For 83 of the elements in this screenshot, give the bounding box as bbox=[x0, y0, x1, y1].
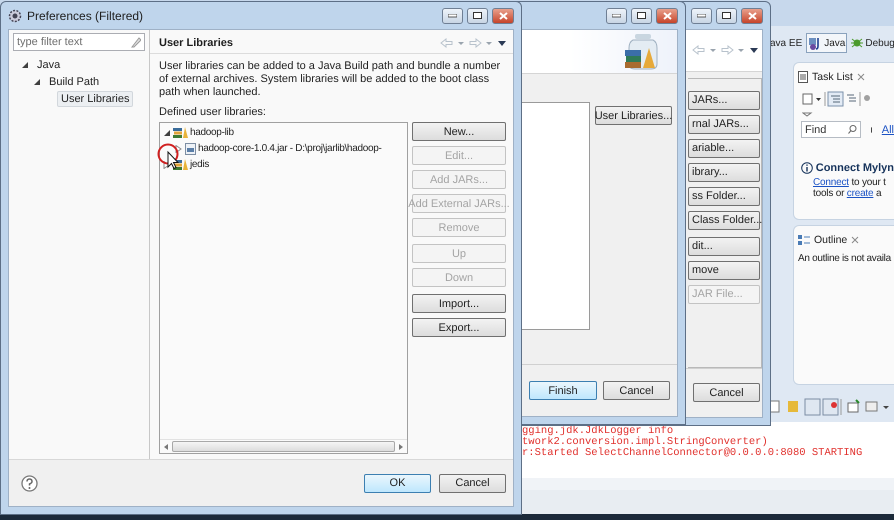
horizontal-scrollbar[interactable] bbox=[160, 439, 407, 453]
cursor-highlight-drawing bbox=[157, 143, 179, 169]
books-icon bbox=[173, 126, 188, 139]
info-icon bbox=[801, 162, 813, 174]
filter-field[interactable]: type filter text bbox=[13, 33, 145, 51]
minimize-button[interactable] bbox=[606, 8, 627, 24]
maximize-icon bbox=[722, 12, 731, 19]
minimize-button[interactable] bbox=[691, 8, 712, 24]
close-icon[interactable] bbox=[856, 73, 865, 81]
outline-icon bbox=[798, 234, 810, 246]
console-line: gging.jdk.JdkLogger info bbox=[522, 426, 674, 437]
page-description: User libraries can be added to a Java Build path and bundle a number of external archives. System libraries will be added to the boot class path when launched. bbox=[159, 60, 502, 99]
list-icon bbox=[798, 71, 808, 83]
outline-message: An outline is not availa bbox=[798, 253, 892, 264]
expanded-arrow-icon[interactable] bbox=[163, 129, 170, 136]
perspective-button[interactable]: ava EE bbox=[768, 33, 804, 53]
console-line: twork2.conversion.impl.StringConverter) bbox=[522, 437, 768, 448]
action-button[interactable]: Export... bbox=[412, 318, 506, 337]
perspective-button[interactable]: Java bbox=[806, 33, 848, 53]
create-link[interactable]: create bbox=[846, 188, 874, 199]
minimize-icon bbox=[448, 14, 457, 18]
library-tree[interactable]: hadoop-lib hadoop-core-1.0.4.jar - D:\proj\jarlib\hadoop- jedis bbox=[159, 122, 408, 454]
mylyn-heading: Connect Mylyn bbox=[816, 162, 894, 174]
list-label: Defined user libraries: bbox=[159, 106, 267, 118]
close-icon bbox=[748, 12, 756, 20]
expanded-arrow-icon[interactable] bbox=[21, 61, 28, 68]
help-icon[interactable] bbox=[21, 474, 38, 492]
tree-item[interactable]: Java bbox=[33, 56, 64, 72]
close-icon[interactable] bbox=[851, 236, 860, 244]
library-jar-icon bbox=[625, 34, 659, 70]
maximize-icon bbox=[637, 12, 646, 19]
library-item[interactable]: hadoop-core-1.0.4.jar - D:\proj\jarlib\hadoop- bbox=[198, 143, 382, 154]
mylyn-text: Connect to your t bbox=[813, 177, 887, 188]
action-button[interactable]: Import... bbox=[412, 294, 506, 313]
mylyn-text: tools or create a bbox=[813, 188, 882, 199]
scroll-left-icon[interactable] bbox=[164, 444, 168, 450]
ok-button[interactable]: OK bbox=[364, 474, 431, 492]
action-button[interactable]: rnal JARs... bbox=[688, 114, 760, 134]
window-title: Preferences (Filtered) bbox=[27, 8, 144, 22]
cancel-button[interactable]: Cancel bbox=[693, 383, 760, 402]
eraser-icon[interactable] bbox=[130, 36, 141, 48]
action-button[interactable]: ariable... bbox=[688, 138, 760, 158]
search-icon bbox=[848, 125, 857, 134]
connect-link[interactable]: Connect bbox=[813, 177, 849, 188]
action-button[interactable]: JARs... bbox=[688, 90, 760, 110]
tree-item[interactable]: Build Path bbox=[45, 74, 104, 90]
scroll-right-icon[interactable] bbox=[399, 444, 403, 450]
maximize-button[interactable] bbox=[467, 8, 488, 24]
close-button[interactable] bbox=[656, 8, 678, 24]
library-item[interactable]: jedis bbox=[190, 159, 210, 170]
cancel-button[interactable]: Cancel bbox=[603, 381, 670, 400]
close-icon bbox=[662, 12, 672, 20]
minimize-icon bbox=[612, 14, 621, 18]
all-link[interactable]: All bbox=[882, 124, 894, 136]
action-button[interactable]: New... bbox=[412, 122, 506, 141]
navigation-arrows-icon[interactable] bbox=[440, 38, 506, 48]
action-button[interactable]: ibrary... bbox=[688, 162, 760, 182]
action-button[interactable]: dit... bbox=[688, 236, 760, 256]
action-button[interactable]: move bbox=[688, 260, 760, 280]
finish-button[interactable]: Finish bbox=[529, 381, 597, 400]
page-title: User Libraries bbox=[159, 37, 233, 49]
jar-file-icon bbox=[185, 142, 196, 154]
minimize-icon bbox=[697, 14, 706, 18]
view-tab-title[interactable]: Task List bbox=[812, 71, 853, 83]
library-item[interactable]: hadoop-lib bbox=[190, 127, 234, 138]
view-tab-title[interactable]: Outline bbox=[814, 234, 848, 246]
find-field[interactable]: Find bbox=[801, 121, 861, 138]
navigation-arrows-icon[interactable] bbox=[692, 45, 758, 56]
perspective-button[interactable]: Debug bbox=[849, 33, 894, 53]
cancel-button[interactable]: Cancel bbox=[439, 474, 506, 492]
minimize-button[interactable] bbox=[442, 8, 463, 24]
close-button[interactable] bbox=[492, 8, 514, 24]
maximize-button[interactable] bbox=[716, 8, 737, 24]
expanded-arrow-icon[interactable] bbox=[33, 78, 40, 85]
console-line: r:Started SelectChannelConnector@0.0.0.0:8080 STARTING bbox=[522, 448, 864, 459]
maximize-button[interactable] bbox=[631, 8, 652, 24]
gear-icon bbox=[8, 8, 22, 22]
action-button[interactable]: ss Folder... bbox=[688, 186, 760, 206]
close-icon bbox=[498, 12, 508, 20]
tree-item[interactable]: User Libraries bbox=[57, 90, 134, 106]
close-button[interactable] bbox=[741, 8, 763, 24]
maximize-icon bbox=[473, 12, 482, 19]
bug-icon bbox=[851, 37, 864, 49]
